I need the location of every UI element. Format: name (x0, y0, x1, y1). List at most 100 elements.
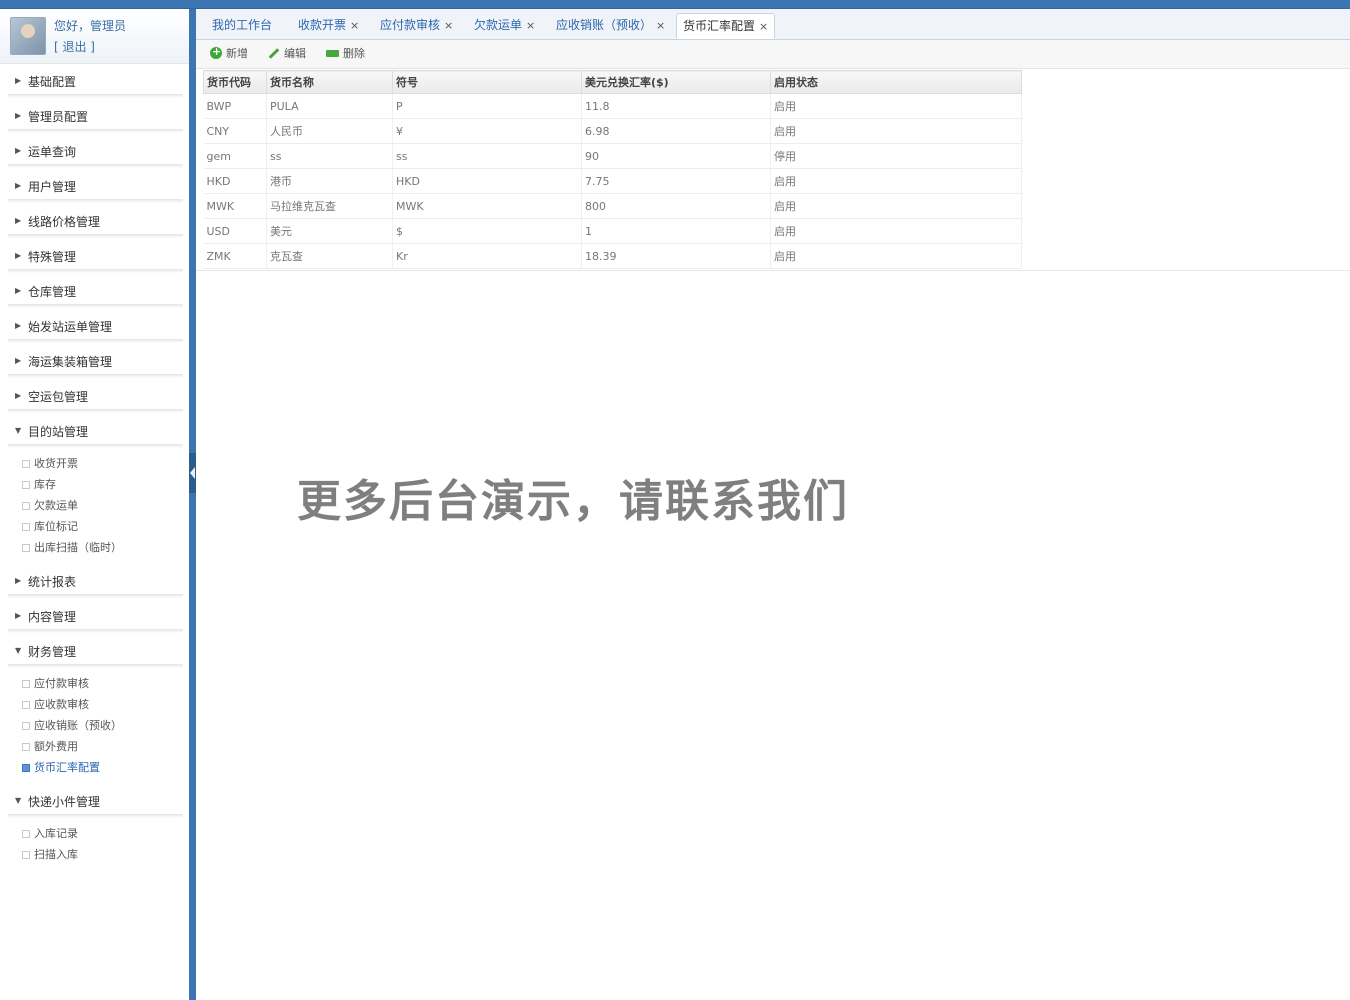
sidebar-item[interactable]: 货币汇率配置 (0, 757, 189, 778)
sidebar-menu: ▶ 基础配置 ▶ 管理员配置 ▶ 运单查询 ▶ 用户管理 ▶ 线路价格管理 ▶ 特殊管理 ▶ 仓库管理 ▶ 始… (0, 64, 189, 871)
sidebar-group-header[interactable]: ▼ 目的站管理 (0, 414, 189, 449)
column-header[interactable]: 美元兑换汇率($) (581, 70, 771, 94)
tab-1[interactable]: 收款开票 × (292, 13, 365, 38)
sidebar-item[interactable]: 应收款审核 (0, 694, 189, 715)
sidebar-group-header[interactable]: ▶ 海运集装箱管理 (0, 344, 189, 379)
sidebar-group-label: 管理员配置 (28, 110, 89, 124)
bullet-icon (22, 460, 30, 468)
sidebar-item[interactable]: 扫描入库 (0, 844, 189, 865)
table-cell: 马拉维克瓦查 (266, 193, 393, 219)
logout-link[interactable]: [ 退出 ] (54, 38, 95, 55)
tab-label: 应付款审核 (380, 18, 441, 32)
table-cell: P (392, 93, 582, 119)
column-header[interactable]: 符号 (392, 70, 582, 94)
caret-down-icon: ▼ (15, 426, 22, 435)
table-cell: Kr (392, 243, 582, 269)
bullet-icon (22, 481, 30, 489)
sidebar-group-header[interactable]: ▶ 统计报表 (0, 564, 189, 599)
currency-grid: 货币代码 货币名称 符号 美元兑换汇率($) 启用状态 BWP PULA P 11.8 启用 CN… (203, 70, 1350, 269)
add-button[interactable]: 新增 (210, 43, 248, 63)
sidebar-item[interactable]: 库位标记 (0, 516, 189, 537)
table-cell: MWK (392, 193, 582, 219)
table-cell: 1 (581, 218, 771, 244)
tab-0[interactable]: 我的工作台 (206, 13, 278, 38)
sidebar-group-header[interactable]: ▶ 管理员配置 (0, 99, 189, 134)
close-tab-icon[interactable]: × (759, 20, 768, 33)
table-cell: 人民币 (266, 118, 393, 144)
sidebar-group-header[interactable]: ▶ 始发站运单管理 (0, 309, 189, 344)
sidebar-item[interactable]: 入库记录 (0, 823, 189, 844)
sidebar-item-label: 应付款审核 (34, 677, 89, 690)
sidebar-group: ▶ 管理员配置 (0, 99, 189, 134)
column-header[interactable]: 货币代码 (203, 70, 267, 94)
caret-right-icon: ▶ (15, 111, 22, 120)
delete-button[interactable]: 删除 (326, 45, 365, 63)
caret-right-icon: ▶ (15, 251, 22, 260)
sidebar-group-header[interactable]: ▶ 仓库管理 (0, 274, 189, 309)
sidebar-group-header[interactable]: ▼ 快递小件管理 (0, 784, 189, 819)
sidebar-item[interactable]: 出库扫描（临时） (0, 537, 189, 558)
close-tab-icon[interactable]: × (350, 19, 359, 32)
edit-button[interactable]: 编辑 (268, 45, 306, 63)
sidebar-item[interactable]: 应收销账（预收） (0, 715, 189, 736)
caret-right-icon: ▶ (15, 321, 22, 330)
add-icon (210, 43, 222, 61)
sidebar-item-label: 额外费用 (34, 740, 78, 753)
sidebar-group-header[interactable]: ▶ 特殊管理 (0, 239, 189, 274)
tab-label: 应收销账（预收） (556, 18, 653, 32)
sidebar-group: ▶ 基础配置 (0, 64, 189, 99)
column-header[interactable]: 启用状态 (770, 70, 1022, 94)
sidebar-item[interactable]: 额外费用 (0, 736, 189, 757)
sidebar-item-label: 应收款审核 (34, 698, 89, 711)
tab-label: 欠款运单 (474, 18, 523, 32)
sidebar-group: ▶ 用户管理 (0, 169, 189, 204)
bullet-icon (22, 722, 30, 730)
table-cell: 6.98 (581, 118, 771, 144)
sidebar-item-label: 扫描入库 (34, 848, 78, 861)
grid-bottom-border (196, 270, 1350, 271)
table-row[interactable]: CNY 人民币 ¥6.98 启用 (203, 118, 1022, 144)
sidebar-item[interactable]: 欠款运单 (0, 495, 189, 516)
tab-3[interactable]: 欠款运单 × (468, 13, 541, 38)
sidebar-group-header[interactable]: ▶ 基础配置 (0, 64, 189, 99)
table-row[interactable]: ZMK 克瓦查 Kr 18.39 启用 (203, 243, 1022, 269)
sidebar-group-label: 财务管理 (28, 645, 77, 659)
sidebar-group-header[interactable]: ▶ 空运包管理 (0, 379, 189, 414)
table-row[interactable]: HKD 港币 HKD 7.75 启用 (203, 168, 1022, 194)
sidebar-group-header[interactable]: ▶ 内容管理 (0, 599, 189, 634)
sidebar-group: ▶ 空运包管理 (0, 379, 189, 414)
sidebar-group-label: 仓库管理 (28, 285, 77, 299)
sidebar-group-label: 运单查询 (28, 145, 77, 159)
close-tab-icon[interactable]: × (656, 19, 665, 32)
edit-button-label: 编辑 (284, 47, 306, 60)
sidebar-group: ▶ 始发站运单管理 (0, 309, 189, 344)
caret-down-icon: ▼ (15, 796, 22, 805)
table-row[interactable]: USD 美元 $1 启用 (203, 218, 1022, 244)
close-tab-icon[interactable]: × (444, 19, 453, 32)
tab-2[interactable]: 应付款审核 × (374, 13, 459, 38)
sidebar-item[interactable]: 应付款审核 (0, 673, 189, 694)
table-cell: HKD (392, 168, 582, 194)
table-row[interactable]: MWK 马拉维克瓦查 MWK 800 启用 (203, 193, 1022, 219)
sidebar-item[interactable]: 库存 (0, 474, 189, 495)
toolbar: 新增 编辑 删除 (196, 40, 1350, 69)
sidebar-group-header[interactable]: ▶ 线路价格管理 (0, 204, 189, 239)
sidebar-item[interactable]: 收货开票 (0, 453, 189, 474)
table-row[interactable]: BWP PULA P 11.8 启用 (203, 93, 1022, 119)
sidebar-group: ▶ 特殊管理 (0, 239, 189, 274)
sidebar-group: ▼ 目的站管理收货开票 库存欠款运单库位标记 出库扫描（临时） (0, 414, 189, 564)
sidebar-group: ▶ 线路价格管理 (0, 204, 189, 239)
column-header[interactable]: 货币名称 (266, 70, 393, 94)
table-row[interactable]: gem ss ss 90 停用 (203, 143, 1022, 169)
tab-5[interactable]: 货币汇率配置 × (676, 13, 776, 39)
sidebar-group-header[interactable]: ▶ 运单查询 (0, 134, 189, 169)
tab-4[interactable]: 应收销账（预收） × (550, 13, 671, 38)
sidebar-item-label: 货币汇率配置 (34, 761, 100, 774)
sidebar-item-label: 应收销账（预收） (34, 719, 122, 732)
sidebar-item-label: 欠款运单 (34, 499, 78, 512)
sidebar-group-header[interactable]: ▶ 用户管理 (0, 169, 189, 204)
table-cell: 港币 (266, 168, 393, 194)
sidebar-group-header[interactable]: ▼ 财务管理 (0, 634, 189, 669)
close-tab-icon[interactable]: × (526, 19, 535, 32)
table-cell: $ (392, 218, 582, 244)
